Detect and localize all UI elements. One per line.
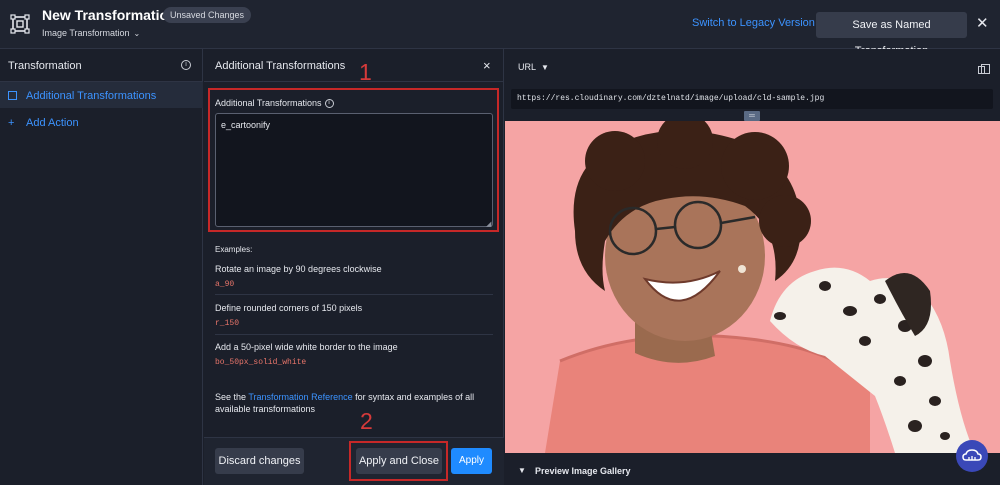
panel-title: Additional Transformations	[215, 60, 346, 72]
additional-transformations-field-label: Additional Transformations i	[215, 98, 334, 109]
sidebar-title: Transformation	[8, 60, 82, 72]
example-code: r_150	[215, 319, 240, 328]
reference-note: See the Transformation Reference for syn…	[215, 391, 495, 415]
ref-prefix: See the	[215, 392, 249, 402]
url-dropdown-label: URL	[518, 62, 537, 72]
example-description: Add a 50-pixel wide white border to the …	[215, 342, 398, 352]
preview-gallery-label: Preview Image Gallery	[535, 466, 631, 476]
example-code: bo_50px_solid_white	[215, 358, 307, 367]
url-dropdown[interactable]: URL ▼	[518, 62, 549, 72]
transformation-reference-link[interactable]: Transformation Reference	[248, 392, 352, 402]
close-icon[interactable]: ✕	[976, 14, 989, 32]
resize-grip-icon[interactable]: ◢	[486, 220, 491, 228]
additional-transformations-input[interactable]: e_cartoonify	[215, 113, 493, 227]
examples-title: Examples:	[215, 245, 253, 254]
sidebar-item-additional-transformations[interactable]: Additional Transformations	[0, 82, 203, 108]
callout-number-2: 2	[360, 408, 373, 434]
discard-changes-button[interactable]: Discard changes	[215, 448, 304, 474]
divider	[215, 294, 493, 295]
transformation-sidebar: Transformation i Additional Transformati…	[0, 49, 203, 485]
unsaved-changes-badge: Unsaved Changes	[163, 7, 252, 23]
copy-icon[interactable]	[978, 64, 990, 74]
info-icon[interactable]: i	[181, 60, 191, 70]
field-label-text: Additional Transformations	[215, 98, 322, 108]
example-description: Rotate an image by 90 degrees clockwise	[215, 264, 382, 274]
cloud-icon	[962, 449, 982, 461]
divider	[215, 334, 493, 335]
page-title: New Transformation	[42, 7, 177, 23]
transformation-type-dropdown[interactable]: Image Transformation ⌄	[42, 28, 140, 38]
sidebar-item-add-action[interactable]: + Add Action	[0, 109, 203, 135]
example-code: a_90	[215, 280, 235, 289]
caret-down-icon: ▼	[541, 63, 549, 72]
preview-image	[505, 121, 1000, 453]
drag-handle-icon[interactable]: ═	[744, 111, 760, 121]
plus-icon: +	[8, 117, 15, 129]
apply-and-close-button[interactable]: Apply and Close	[356, 448, 442, 474]
transformation-logo-icon	[10, 14, 30, 34]
help-chat-button[interactable]	[956, 440, 988, 472]
sidebar-item-label: Additional Transformations	[26, 90, 157, 102]
preview-gallery-toggle[interactable]: ▼ Preview Image Gallery	[505, 454, 1000, 485]
close-panel-icon[interactable]: ×	[483, 58, 491, 73]
apply-button[interactable]: Apply	[451, 448, 492, 474]
info-icon[interactable]: i	[324, 99, 334, 109]
url-field[interactable]: https://res.cloudinary.com/dztelnatd/ima…	[511, 89, 993, 109]
caret-down-icon: ▼	[518, 466, 526, 475]
transformation-type-label: Image Transformation	[42, 28, 130, 38]
switch-legacy-link[interactable]: Switch to Legacy Version	[692, 17, 815, 29]
square-icon	[8, 91, 17, 100]
panel-header: Additional Transformations ×	[204, 49, 504, 82]
sidebar-header: Transformation i	[0, 49, 203, 82]
preview-photo	[505, 121, 1000, 453]
example-description: Define rounded corners of 150 pixels	[215, 303, 363, 313]
sidebar-item-label: Add Action	[26, 117, 79, 129]
save-named-transformation-button[interactable]: Save as Named Transformation	[816, 12, 967, 57]
chevron-down-icon: ⌄	[133, 29, 141, 38]
callout-number-1: 1	[359, 59, 372, 85]
